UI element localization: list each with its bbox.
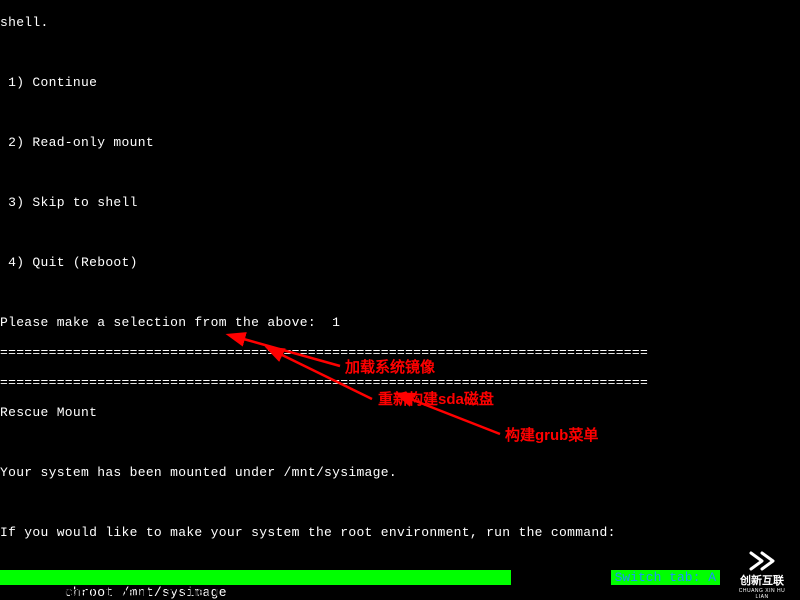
selection-prompt: Please make a selection from the above: … xyxy=(0,315,340,330)
menu-option-readonly[interactable]: 2) Read-only mount xyxy=(0,135,154,150)
logo-icon xyxy=(745,550,779,572)
annotation-rebuild-sda: 重新构建sda磁盘 xyxy=(378,388,494,409)
separator: ========================================… xyxy=(0,375,648,390)
status-bar: [anaconda] 1:main* 2:shell 3:log 4:stora… xyxy=(0,570,511,585)
brand-logo: 创新互联 CHUANG XIN HU LIAN xyxy=(732,550,792,590)
status-tabs[interactable]: [anaconda] 1:main* 2:shell 3:log 4:stora… xyxy=(18,585,509,600)
line: shell. xyxy=(0,15,49,30)
section-title: Rescue Mount xyxy=(0,405,97,420)
menu-option-continue[interactable]: 1) Continue xyxy=(0,75,97,90)
menu-option-shell[interactable]: 3) Skip to shell xyxy=(0,195,138,210)
logo-sub-text: CHUANG XIN HU LIAN xyxy=(732,588,792,600)
status-switch-hint: Switch tab: A xyxy=(611,570,720,585)
message-chroot-hint: If you would like to make your system th… xyxy=(0,525,616,540)
separator: ========================================… xyxy=(0,345,648,360)
terminal-output: shell. 1) Continue 2) Read-only mount 3)… xyxy=(0,0,800,600)
annotation-build-grub-menu: 构建grub菜单 xyxy=(505,424,598,445)
menu-option-quit[interactable]: 4) Quit (Reboot) xyxy=(0,255,138,270)
annotation-load-image: 加载系统镜像 xyxy=(345,356,435,377)
message-mounted: Your system has been mounted under /mnt/… xyxy=(0,465,397,480)
logo-brand-text: 创新互联 xyxy=(732,572,792,588)
